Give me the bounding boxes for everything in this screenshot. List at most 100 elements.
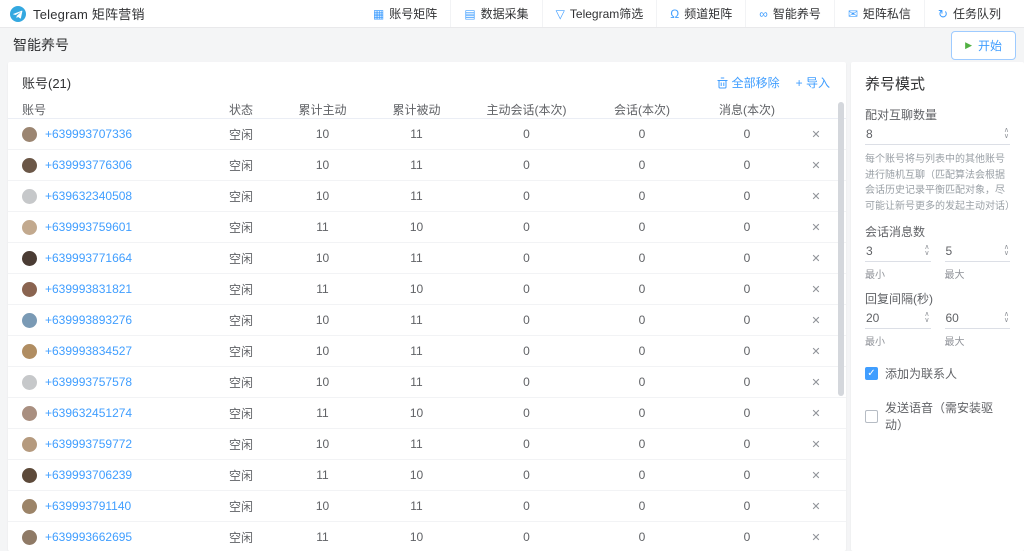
pair-chat-value: 8 — [866, 127, 873, 141]
nav-item[interactable]: ▤ 数据采集 — [450, 0, 541, 27]
messages-value: 0 — [699, 313, 795, 327]
nav-item[interactable]: ✉ 矩阵私信 — [834, 0, 924, 27]
start-button[interactable]: ▶ 开始 — [951, 31, 1016, 60]
account-phone-link[interactable]: +639993759772 — [45, 437, 132, 451]
messages-value: 0 — [699, 437, 795, 451]
remove-account-button[interactable]: ✕ — [811, 346, 820, 358]
account-status: 空闲 — [213, 529, 280, 546]
stepper[interactable]: ∧ ∨ — [1004, 312, 1009, 324]
import-button[interactable]: + 导入 — [796, 74, 830, 91]
table-row: +639993893276 空闲 10 11 0 0 0 ✕ — [8, 305, 846, 336]
remove-account-button[interactable]: ✕ — [811, 191, 820, 203]
max-hint: 最大 — [945, 333, 1011, 348]
passive-total-value: 10 — [365, 406, 468, 420]
stepper[interactable]: ∧ ∨ — [1004, 245, 1009, 257]
remove-account-button[interactable]: ✕ — [811, 439, 820, 451]
passive-total-value: 11 — [365, 375, 468, 389]
account-phone-link[interactable]: +639993707336 — [45, 127, 132, 141]
col-passive-total: 累计被动 — [365, 101, 468, 118]
send-voice-checkbox[interactable]: 发送语音（需安装驱动） — [865, 399, 1010, 433]
add-contact-label: 添加为联系人 — [885, 365, 957, 382]
session-value: 0 — [585, 406, 699, 420]
brand: Telegram 矩阵营销 — [10, 4, 145, 23]
account-status: 空闲 — [213, 374, 280, 391]
active-total-value: 10 — [280, 344, 365, 358]
page-title: 智能养号 — [13, 35, 69, 55]
chevron-down-icon[interactable]: ∨ — [924, 251, 929, 257]
add-contact-checkbox[interactable]: 添加为联系人 — [865, 365, 1010, 382]
account-phone-link[interactable]: +639993662695 — [45, 530, 132, 544]
pair-chat-input[interactable]: 8 ∧ ∨ — [865, 125, 1010, 145]
reply-interval-min-input[interactable]: 20 ∧ ∨ — [865, 309, 931, 329]
nav-item[interactable]: ▦ 账号矩阵 — [360, 0, 450, 27]
remove-account-button[interactable]: ✕ — [811, 532, 820, 544]
remove-account-button[interactable]: ✕ — [811, 408, 820, 420]
active-total-value: 10 — [280, 251, 365, 265]
checkbox-icon — [865, 367, 878, 380]
chevron-down-icon[interactable]: ∨ — [1004, 318, 1009, 324]
table-row: +639993791140 空闲 10 11 0 0 0 ✕ — [8, 491, 846, 522]
page-header: 智能养号 ▶ 开始 — [0, 28, 1024, 62]
chevron-down-icon[interactable]: ∨ — [924, 318, 929, 324]
account-phone-link[interactable]: +639993893276 — [45, 313, 132, 327]
chevron-down-icon[interactable]: ∨ — [1004, 251, 1009, 257]
session-messages-min-input[interactable]: 3 ∧ ∨ — [865, 242, 931, 262]
session-messages-max-input[interactable]: 5 ∧ ∨ — [945, 242, 1011, 262]
reply-interval-max-input[interactable]: 60 ∧ ∨ — [945, 309, 1011, 329]
nav-item[interactable]: ∞ 智能养号 — [745, 0, 834, 27]
nav-item[interactable]: Ω 频道矩阵 — [656, 0, 745, 27]
active-session-value: 0 — [468, 251, 585, 265]
nav-item-label: 矩阵私信 — [863, 5, 911, 22]
stepper[interactable]: ∧ ∨ — [924, 312, 929, 324]
account-phone-link[interactable]: +639993706239 — [45, 468, 132, 482]
account-phone-link[interactable]: +639632451274 — [45, 406, 132, 420]
remove-account-button[interactable]: ✕ — [811, 377, 820, 389]
session-value: 0 — [585, 530, 699, 544]
active-session-value: 0 — [468, 282, 585, 296]
account-phone-link[interactable]: +639632340508 — [45, 189, 132, 203]
table-row: +639993834527 空闲 10 11 0 0 0 ✕ — [8, 336, 846, 367]
start-button-label: 开始 — [978, 37, 1002, 54]
avatar — [22, 189, 37, 204]
nav-item-label: 频道矩阵 — [684, 5, 732, 22]
col-session: 会话(本次) — [585, 101, 699, 118]
avatar — [22, 344, 37, 359]
remove-account-button[interactable]: ✕ — [811, 129, 820, 141]
stepper[interactable]: ∧ ∨ — [924, 245, 929, 257]
table-row: +639993759772 空闲 10 11 0 0 0 ✕ — [8, 429, 846, 460]
account-phone-link[interactable]: +639993791140 — [45, 499, 131, 513]
remove-account-button[interactable]: ✕ — [811, 284, 820, 296]
account-phone-link[interactable]: +639993759601 — [45, 220, 132, 234]
nav-item[interactable]: ↻ 任务队列 — [924, 0, 1014, 27]
table-scrollbar[interactable] — [838, 102, 844, 547]
stepper[interactable]: ∧ ∨ — [1004, 128, 1009, 140]
remove-account-button[interactable]: ✕ — [811, 253, 820, 265]
active-total-value: 11 — [280, 468, 365, 482]
account-phone-link[interactable]: +639993831821 — [45, 282, 132, 296]
active-session-value: 0 — [468, 189, 585, 203]
session-value: 0 — [585, 437, 699, 451]
remove-account-button[interactable]: ✕ — [811, 315, 820, 327]
remove-account-button[interactable]: ✕ — [811, 160, 820, 172]
remove-account-button[interactable]: ✕ — [811, 470, 820, 482]
nav-item-label: Telegram筛选 — [570, 5, 643, 22]
nav-item[interactable]: ▽ Telegram筛选 — [542, 0, 657, 27]
chevron-down-icon[interactable]: ∨ — [1004, 134, 1009, 140]
account-phone-link[interactable]: +639993776306 — [45, 158, 132, 172]
col-status: 状态 — [213, 101, 280, 118]
active-total-value: 10 — [280, 437, 365, 451]
remove-all-label: 全部移除 — [732, 74, 780, 91]
account-phone-link[interactable]: +639993757578 — [45, 375, 132, 389]
account-phone-link[interactable]: +639993834527 — [45, 344, 132, 358]
avatar — [22, 251, 37, 266]
remove-account-button[interactable]: ✕ — [811, 501, 820, 513]
task-queue-icon: ↻ — [938, 8, 948, 20]
table-row: +639993707336 空闲 10 11 0 0 0 ✕ — [8, 119, 846, 150]
import-label: + 导入 — [796, 74, 830, 91]
reply-interval-label: 回复间隔(秒) — [865, 290, 1010, 307]
passive-total-value: 10 — [365, 530, 468, 544]
remove-account-button[interactable]: ✕ — [811, 222, 820, 234]
scrollbar-thumb[interactable] — [838, 102, 844, 396]
account-phone-link[interactable]: +639993771664 — [45, 251, 132, 265]
remove-all-button[interactable]: 全部移除 — [717, 74, 780, 91]
